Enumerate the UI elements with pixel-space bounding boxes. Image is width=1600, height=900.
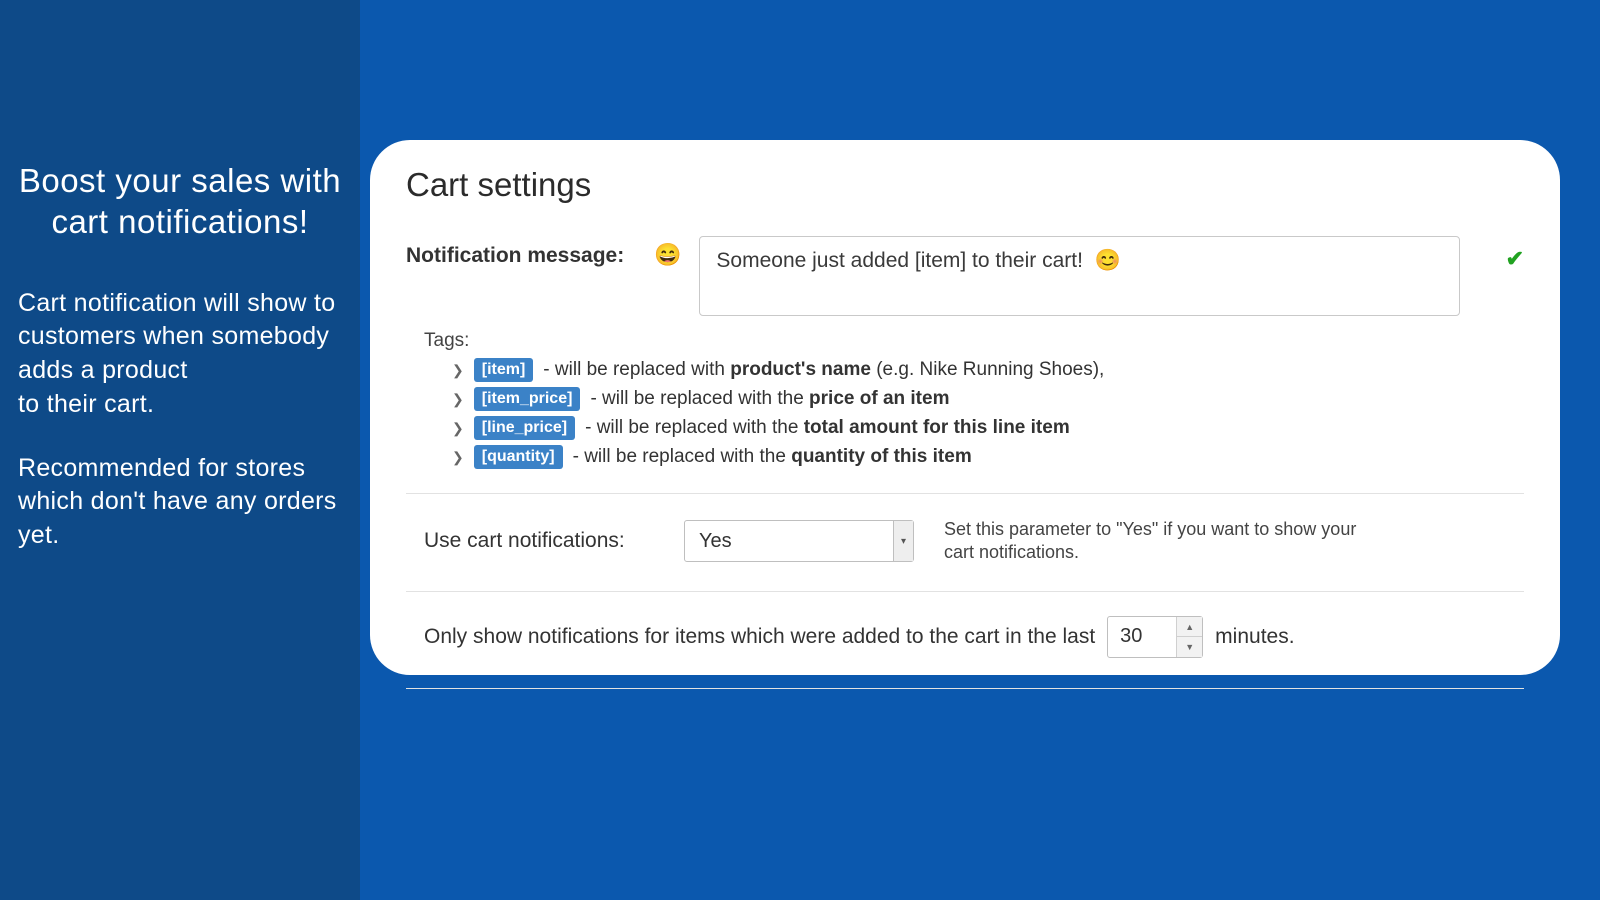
use-cart-notifications-label: Use cart notifications: xyxy=(424,529,654,553)
tag-line-quantity: ❯ [quantity] - will be replaced with the… xyxy=(452,445,1524,469)
select-value: Yes xyxy=(685,521,893,561)
notification-message-input[interactable] xyxy=(699,236,1459,316)
minutes-input[interactable]: 30 ▲ ▼ xyxy=(1107,616,1203,658)
tag-pill[interactable]: [line_price] xyxy=(474,416,575,440)
notification-message-row: Notification message: 😄 ✔ xyxy=(406,236,1524,316)
chevron-right-icon: ❯ xyxy=(452,420,464,437)
notification-message-label: Notification message: xyxy=(406,236,636,268)
spinner-down-icon[interactable]: ▼ xyxy=(1177,637,1202,657)
number-spinner[interactable]: ▲ ▼ xyxy=(1176,617,1202,657)
divider xyxy=(406,493,1524,494)
tag-pill[interactable]: [quantity] xyxy=(474,445,563,469)
promo-paragraph-1: Cart notification will show to customers… xyxy=(18,287,342,422)
spinner-up-icon[interactable]: ▲ xyxy=(1177,617,1202,638)
cart-settings-card: Cart settings Notification message: 😄 ✔ … xyxy=(370,140,1560,675)
divider xyxy=(406,688,1524,689)
chevron-right-icon: ❯ xyxy=(452,362,464,379)
promo-heading: Boost your sales with cart notifications… xyxy=(18,160,342,243)
divider xyxy=(406,591,1524,592)
use-cart-notifications-help: Set this parameter to "Yes" if you want … xyxy=(944,518,1364,565)
check-icon: ✔ xyxy=(1506,246,1524,272)
promo-paragraph-2: Recommended for stores which don't have … xyxy=(18,452,342,553)
minutes-label-pre: Only show notifications for items which … xyxy=(424,625,1095,649)
tag-line-item-price: ❯ [item_price] - will be replaced with t… xyxy=(452,387,1524,411)
use-cart-notifications-select[interactable]: Yes ▾ xyxy=(684,520,914,562)
use-cart-notifications-row: Use cart notifications: Yes ▾ Set this p… xyxy=(424,518,1506,565)
tag-line-item: ❯ [item] - will be replaced with product… xyxy=(452,358,1524,382)
minutes-value: 30 xyxy=(1108,617,1176,657)
chevron-down-icon[interactable]: ▾ xyxy=(893,521,913,561)
tag-pill[interactable]: [item] xyxy=(474,358,534,382)
card-title: Cart settings xyxy=(406,166,1524,204)
main-area: Cart settings Notification message: 😄 ✔ … xyxy=(360,0,1600,900)
tag-description: - will be replaced with the price of an … xyxy=(590,388,949,410)
tag-line-line-price: ❯ [line_price] - will be replaced with t… xyxy=(452,416,1524,440)
tag-description: - will be replaced with the quantity of … xyxy=(573,446,972,468)
minutes-label-post: minutes. xyxy=(1215,625,1294,649)
tag-pill[interactable]: [item_price] xyxy=(474,387,581,411)
tag-description: - will be replaced with the total amount… xyxy=(585,417,1070,439)
chevron-right-icon: ❯ xyxy=(452,449,464,466)
chevron-right-icon: ❯ xyxy=(452,391,464,408)
tag-description: - will be replaced with product's name (… xyxy=(543,359,1104,381)
emoji-picker-icon[interactable]: 😄 xyxy=(654,242,681,268)
promo-sidebar: Boost your sales with cart notifications… xyxy=(0,0,360,900)
tags-title: Tags: xyxy=(424,330,1524,352)
tags-block: Tags: ❯ [item] - will be replaced with p… xyxy=(424,330,1524,469)
minutes-row: Only show notifications for items which … xyxy=(424,616,1506,658)
